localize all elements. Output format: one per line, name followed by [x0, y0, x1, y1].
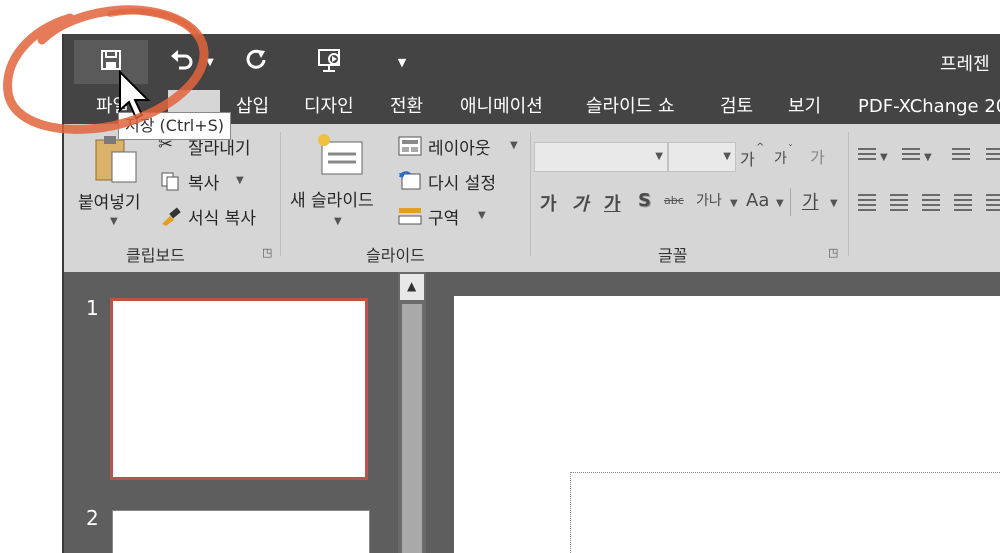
clear-format-label: 가 — [810, 148, 825, 167]
justify-icon[interactable] — [954, 194, 972, 214]
title-placeholder[interactable] — [570, 472, 1000, 553]
slide-canvas[interactable] — [454, 296, 1000, 553]
present-icon — [316, 47, 344, 77]
group-label-slides: 슬라이드 — [366, 246, 425, 265]
layout-label: 레이아웃 — [428, 139, 491, 159]
tab-transitions[interactable]: 전환 — [390, 90, 423, 124]
paste-label: 붙여넣기 — [78, 193, 141, 213]
customize-qat-button[interactable]: ▼ — [390, 40, 414, 84]
chevron-down-icon: ▼ — [723, 151, 731, 162]
scroll-thumb[interactable] — [402, 304, 422, 553]
reset-label: 다시 설정 — [428, 174, 496, 194]
thumbnail-scrollbar[interactable]: ▲ — [398, 272, 426, 553]
format-painter-label: 서식 복사 — [188, 209, 256, 229]
slide-thumbnail-selected[interactable] — [110, 298, 368, 480]
chevron-down-icon: ▼ — [776, 198, 784, 209]
shadow-button[interactable]: S — [638, 190, 651, 211]
layout-button[interactable]: 레이아웃 ▼ — [398, 132, 524, 160]
group-label-clipboard: 클립보드 — [126, 246, 185, 265]
new-slide-label: 새 슬라이드 — [290, 191, 374, 211]
annotation-circle — [0, 0, 230, 154]
tab-animations[interactable]: 애니메이션 — [460, 90, 543, 124]
change-case-button[interactable]: Aa — [746, 190, 769, 211]
font-color-button[interactable]: 가 — [802, 188, 819, 214]
redo-icon — [244, 48, 268, 76]
window-title: 프레젠 — [940, 54, 990, 75]
redo-button[interactable] — [236, 40, 276, 84]
shrink-font-label: 가 — [774, 151, 787, 167]
brush-icon — [160, 206, 182, 230]
align-left-icon[interactable] — [858, 194, 876, 214]
strikethrough-icon[interactable]: abc — [664, 194, 684, 207]
reset-icon — [398, 171, 422, 195]
chevron-down-icon: ▼ — [334, 216, 342, 227]
tab-slideshow[interactable]: 슬라이드 쇼 — [586, 90, 675, 124]
tab-pdf-xchange[interactable]: PDF-XChange 20 — [858, 90, 1000, 124]
chevron-down-icon: ▼ — [655, 151, 663, 162]
underline-button[interactable]: 가 — [604, 190, 621, 216]
new-slide-icon — [316, 132, 366, 182]
tab-insert[interactable]: 삽입 — [236, 90, 269, 124]
chevron-down-icon: ▼ — [110, 216, 118, 227]
chevron-down-icon: ▼ — [510, 140, 518, 151]
font-color-separator — [790, 188, 791, 216]
chevron-down-icon: ▼ — [880, 152, 888, 163]
layout-icon — [398, 136, 422, 160]
caret-down-icon: ˇ — [788, 144, 793, 155]
tab-design[interactable]: 디자인 — [304, 90, 354, 124]
font-name-combobox[interactable]: ▼ — [534, 142, 668, 172]
group-separator — [530, 132, 531, 256]
chevron-down-icon: ▼ — [236, 175, 244, 186]
columns-icon[interactable] — [986, 194, 1000, 214]
numbering-icon[interactable] — [902, 148, 920, 163]
italic-button[interactable]: 가 — [572, 190, 589, 216]
work-area: 1 2 ▲ — [64, 272, 1000, 553]
bold-button[interactable]: 가 — [540, 190, 557, 216]
copy-button[interactable]: 복사 ▼ — [158, 167, 268, 195]
group-label-font: 글꼴 — [658, 246, 688, 265]
font-size-combobox[interactable]: ▼ — [668, 142, 736, 172]
tab-review[interactable]: 검토 — [720, 90, 753, 124]
group-separator — [280, 132, 281, 256]
slide-thumbnail[interactable] — [112, 510, 370, 553]
scroll-up-button[interactable]: ▲ — [400, 274, 424, 300]
dialog-launcher-icon[interactable]: ◳ — [828, 246, 838, 259]
caret-up-icon: ▲ — [407, 279, 417, 293]
dialog-launcher-icon[interactable]: ◳ — [262, 246, 272, 259]
copy-icon — [160, 171, 180, 195]
align-right-icon[interactable] — [922, 194, 940, 214]
chevron-down-icon: ▼ — [730, 198, 738, 209]
reset-button[interactable]: 다시 설정 — [398, 167, 524, 195]
align-center-icon[interactable] — [890, 194, 908, 214]
slideshow-button[interactable] — [312, 40, 348, 84]
section-button[interactable]: 구역 ▼ — [398, 202, 524, 230]
group-separator — [848, 132, 849, 256]
caret-up-icon: ^ — [756, 142, 765, 153]
bullets-icon[interactable] — [858, 148, 876, 163]
grow-font-label: 가 — [740, 150, 755, 169]
chevron-down-icon: ▼ — [924, 152, 932, 163]
section-label: 구역 — [428, 209, 460, 229]
section-icon — [398, 206, 422, 230]
new-slide-button[interactable]: 새 슬라이드 ▼ — [286, 130, 396, 234]
slide-number: 1 — [86, 296, 99, 320]
slide-number: 2 — [86, 506, 99, 530]
tab-view[interactable]: 보기 — [788, 90, 821, 124]
copy-label: 복사 — [188, 174, 220, 194]
char-spacing-button[interactable]: 가나 — [696, 190, 722, 210]
chevron-down-icon: ▼ — [397, 55, 407, 69]
increase-indent-icon[interactable] — [986, 148, 1000, 163]
chevron-down-icon: ▼ — [478, 210, 486, 221]
chevron-down-icon: ▼ — [830, 198, 838, 209]
format-painter-button[interactable]: 서식 복사 — [158, 202, 274, 230]
decrease-indent-icon[interactable] — [952, 148, 970, 163]
